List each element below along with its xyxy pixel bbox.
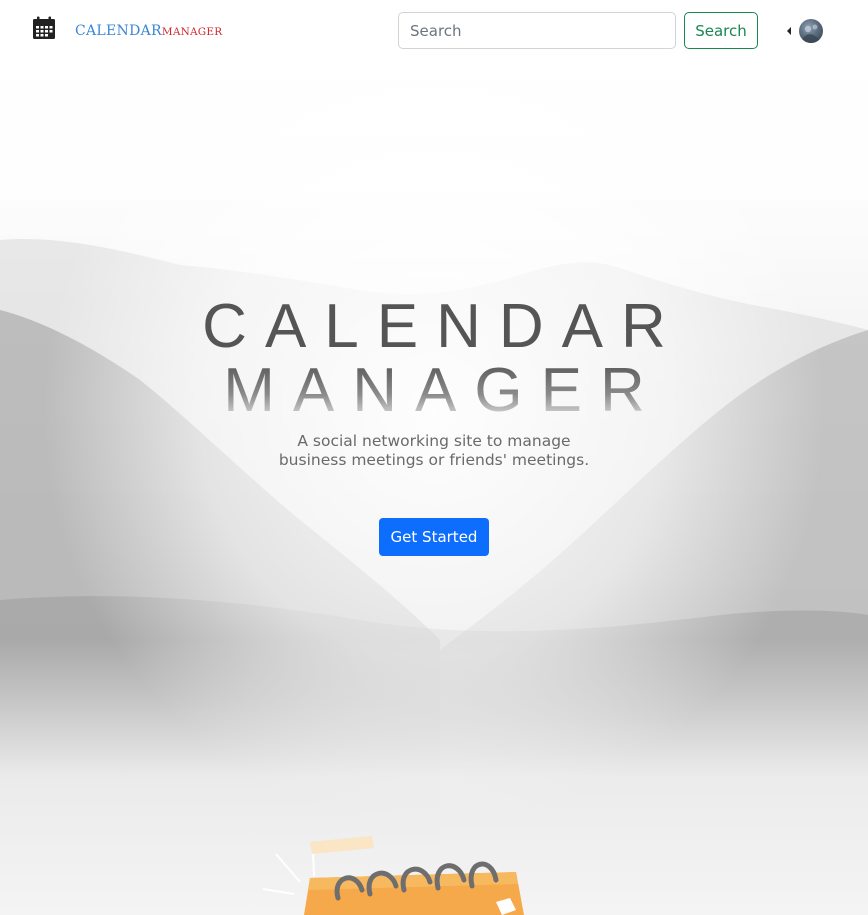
brand-link[interactable]: CALENDARMANAGER [75,22,222,38]
search-button[interactable]: Search [684,12,758,49]
get-started-button[interactable]: Get Started [379,518,489,556]
brand-main-text: CALENDAR [75,23,162,39]
hero-title: CALENDAR [202,292,684,361]
calendar-icon[interactable] [32,16,56,40]
hero-tagline: A social networking site to manage busin… [0,432,868,470]
user-menu-dropdown[interactable] [783,18,827,44]
search-input[interactable] [398,12,676,49]
calendar-illustration [258,832,538,915]
tagline-line-1: A social networking site to manage [297,432,571,450]
caret-left-icon [787,27,791,35]
tagline-line-2: business meetings or friends' meetings. [278,451,590,469]
user-avatar [799,19,823,43]
brand-sub-text: MANAGER [161,26,223,38]
navbar: CALENDARMANAGER Search [0,0,868,62]
page: CALENDARMANAGER Search CALENDAR MANAGER … [0,0,868,915]
hero-subtitle: MANAGER [0,360,868,422]
